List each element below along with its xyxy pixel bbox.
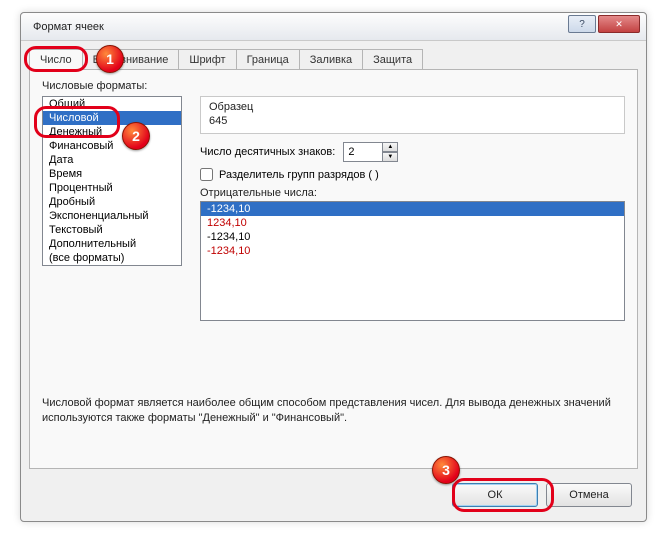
list-item[interactable]: Финансовый xyxy=(43,139,181,153)
help-button[interactable] xyxy=(568,15,596,33)
decimals-down-button[interactable]: ▼ xyxy=(382,152,398,162)
tab-fill[interactable]: Заливка xyxy=(299,49,363,70)
close-button[interactable] xyxy=(598,15,640,33)
annotation-badge-1: 1 xyxy=(96,45,124,73)
format-options: Образец 645 Число десятичных знаков: ▲ ▼ xyxy=(200,96,625,321)
tab-font[interactable]: Шрифт xyxy=(178,49,236,70)
decimals-up-button[interactable]: ▲ xyxy=(382,142,398,152)
list-item[interactable]: 1234,10 xyxy=(201,216,624,230)
separator-label: Разделитель групп разрядов ( ) xyxy=(219,169,379,181)
tab-number[interactable]: Число xyxy=(29,49,83,70)
list-item[interactable]: Общий xyxy=(43,97,181,111)
window-title: Формат ячеек xyxy=(33,21,104,33)
decimals-spinner: ▲ ▼ xyxy=(343,142,398,162)
list-item[interactable]: (все форматы) xyxy=(43,251,181,265)
format-cells-dialog: Формат ячеек Число Выравнивание Шрифт Гр… xyxy=(20,12,647,522)
number-formats-list[interactable]: Общий Числовой Денежный Финансовый Дата … xyxy=(42,96,182,266)
annotation-badge-3: 3 xyxy=(432,456,460,484)
list-item[interactable]: -1234,10 xyxy=(201,230,624,244)
list-item[interactable]: -1234,10 xyxy=(201,202,624,216)
list-item[interactable]: Процентный xyxy=(43,181,181,195)
list-item[interactable]: -1234,10 xyxy=(201,244,624,258)
list-item[interactable]: Дата xyxy=(43,153,181,167)
list-item[interactable]: Время xyxy=(43,167,181,181)
sample-label: Образец xyxy=(209,101,616,113)
list-item[interactable]: Экспоненциальный xyxy=(43,209,181,223)
negatives-label: Отрицательные числа: xyxy=(200,187,625,199)
thousands-separator-checkbox[interactable] xyxy=(200,168,213,181)
format-description: Числовой формат является наиболее общим … xyxy=(42,396,625,426)
titlebar[interactable]: Формат ячеек xyxy=(21,13,646,41)
list-item[interactable]: Денежный xyxy=(43,125,181,139)
list-item[interactable]: Дополнительный xyxy=(43,237,181,251)
list-item[interactable]: Дробный xyxy=(43,195,181,209)
tab-protection[interactable]: Защита xyxy=(362,49,423,70)
list-item[interactable]: Текстовый xyxy=(43,223,181,237)
decimals-input[interactable] xyxy=(343,142,383,162)
tab-border[interactable]: Граница xyxy=(236,49,300,70)
ok-button[interactable]: ОК xyxy=(452,483,538,507)
formats-label: Числовые форматы: xyxy=(42,80,625,92)
dialog-footer: ОК Отмена xyxy=(452,483,632,507)
decimals-label: Число десятичных знаков: xyxy=(200,146,335,158)
negative-numbers-list[interactable]: -1234,10 1234,10 -1234,10 -1234,10 xyxy=(200,201,625,321)
cancel-button[interactable]: Отмена xyxy=(546,483,632,507)
tab-panel-number: Числовые форматы: Общий Числовой Денежны… xyxy=(29,69,638,469)
window-buttons xyxy=(568,15,640,33)
sample-box: Образец 645 xyxy=(200,96,625,134)
annotation-badge-2: 2 xyxy=(122,122,150,150)
sample-value: 645 xyxy=(209,115,616,127)
list-item[interactable]: Числовой xyxy=(43,111,181,125)
